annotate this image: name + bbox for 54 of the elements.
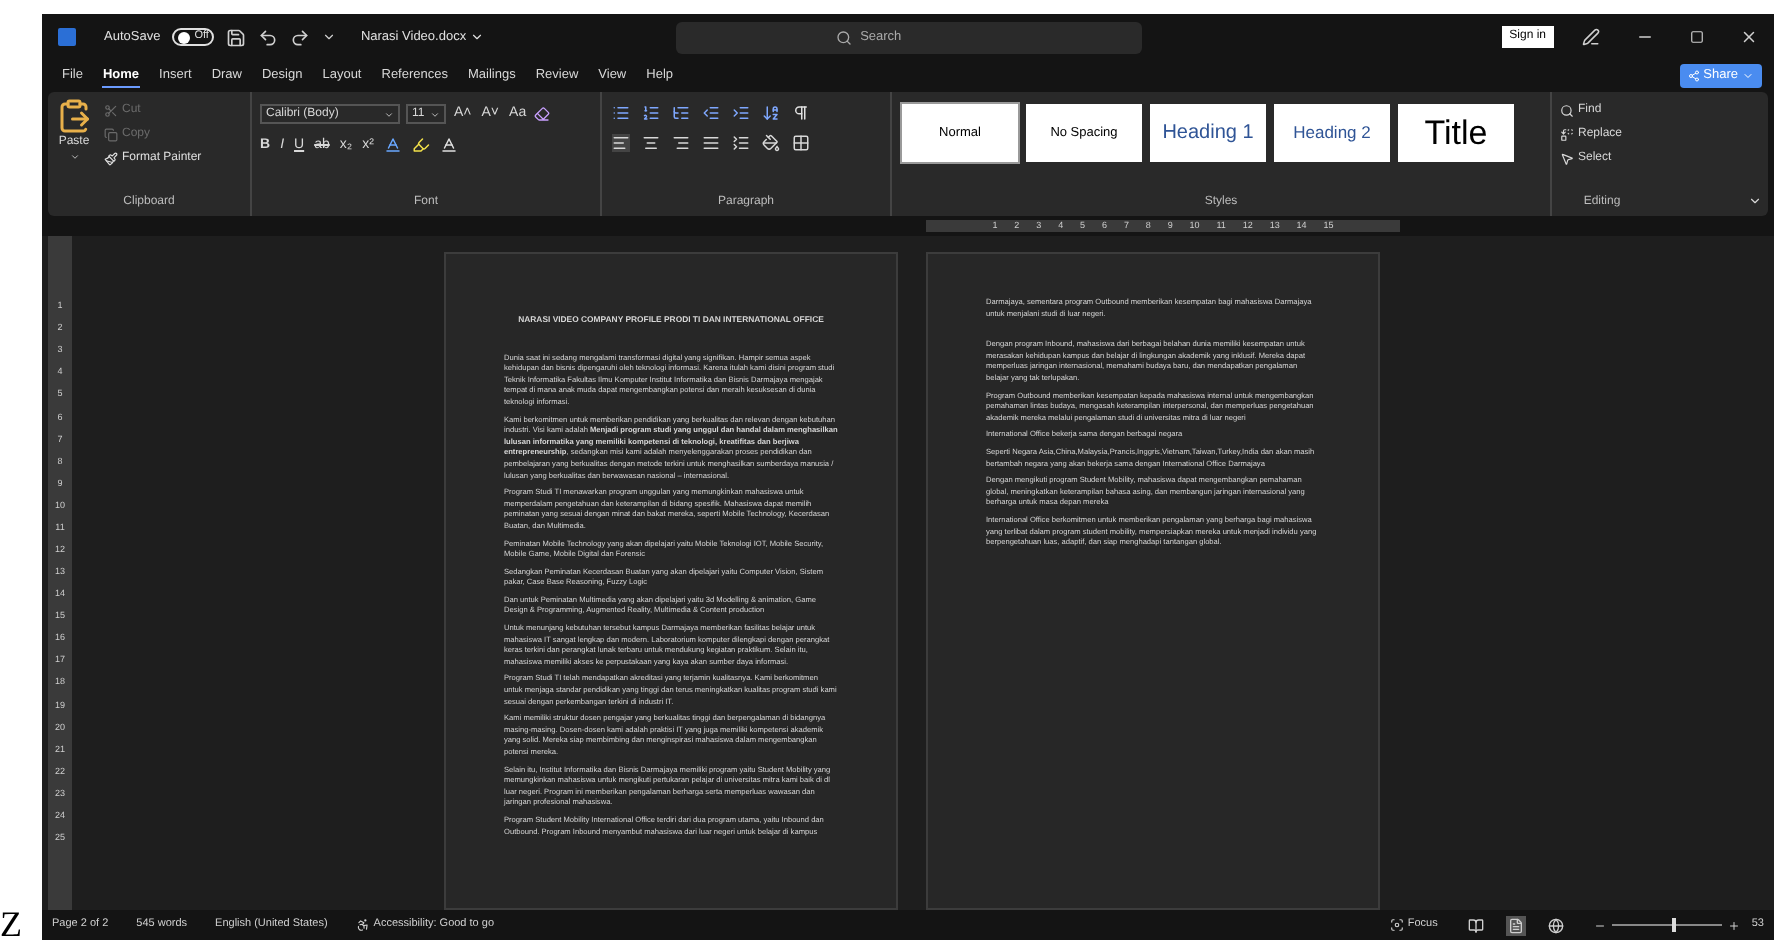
scissors-icon [104,104,118,118]
clear-format-icon[interactable] [534,106,551,123]
maximize-icon[interactable] [1690,30,1704,44]
close-icon[interactable] [1740,28,1758,46]
clipboard-icon [56,98,92,134]
increase-indent-icon[interactable] [732,104,750,122]
numbering-icon[interactable] [642,104,660,122]
pointer-icon [1560,152,1574,166]
text-effects-icon[interactable] [383,136,402,155]
align-left-icon[interactable] [612,134,630,152]
chevron-icon [69,152,79,162]
search-icon [836,29,853,45]
pilcrow-icon[interactable] [792,104,810,122]
chevron-icon [1742,70,1754,82]
align-right-icon[interactable] [672,134,690,152]
shading-icon[interactable] [762,134,780,152]
search-icon [1560,104,1574,118]
font-color-icon[interactable] [439,136,458,155]
highlighter-icon[interactable] [411,136,430,155]
style-tile[interactable]: Heading 1 [1150,104,1266,162]
align-center-icon[interactable] [642,134,660,152]
copy-icon [104,128,118,142]
borders-icon[interactable] [792,134,810,152]
edge-letter: Z [0,908,22,940]
chevron-icon [384,109,394,120]
view-button[interactable] [1465,915,1486,935]
customize-icon[interactable] [322,30,337,44]
view-button[interactable] [1545,915,1566,935]
zoom-in-icon[interactable] [1727,919,1740,931]
page-icon [1507,917,1524,933]
decrease-indent-icon[interactable] [702,104,720,122]
accessibility-icon [355,918,370,932]
collapse-ribbon-icon[interactable] [1748,194,1762,208]
focus-icon [1389,918,1404,932]
save-icon[interactable] [226,27,247,47]
multilevel-list-icon[interactable] [672,104,690,122]
chevron-icon [430,109,440,120]
style-tile[interactable]: Title [1398,104,1514,162]
line-spacing-icon[interactable] [732,134,750,152]
bullets-icon[interactable] [612,104,630,122]
book-icon [1467,917,1484,933]
chevron-icon [470,30,485,44]
zoom-out-icon[interactable] [1593,919,1606,931]
style-tile[interactable]: Heading 2 [1274,104,1390,162]
paintbrush-icon [104,152,118,166]
pen-icon[interactable] [1582,28,1600,46]
redo-icon[interactable] [290,27,311,47]
share-icon [1687,70,1700,82]
view-button[interactable] [1505,915,1526,935]
zoom-slider-thumb[interactable] [1672,918,1677,932]
justify-icon[interactable] [702,134,720,152]
sort-icon[interactable] [762,104,780,122]
undo-icon[interactable] [258,27,279,47]
globe-icon [1547,917,1564,933]
